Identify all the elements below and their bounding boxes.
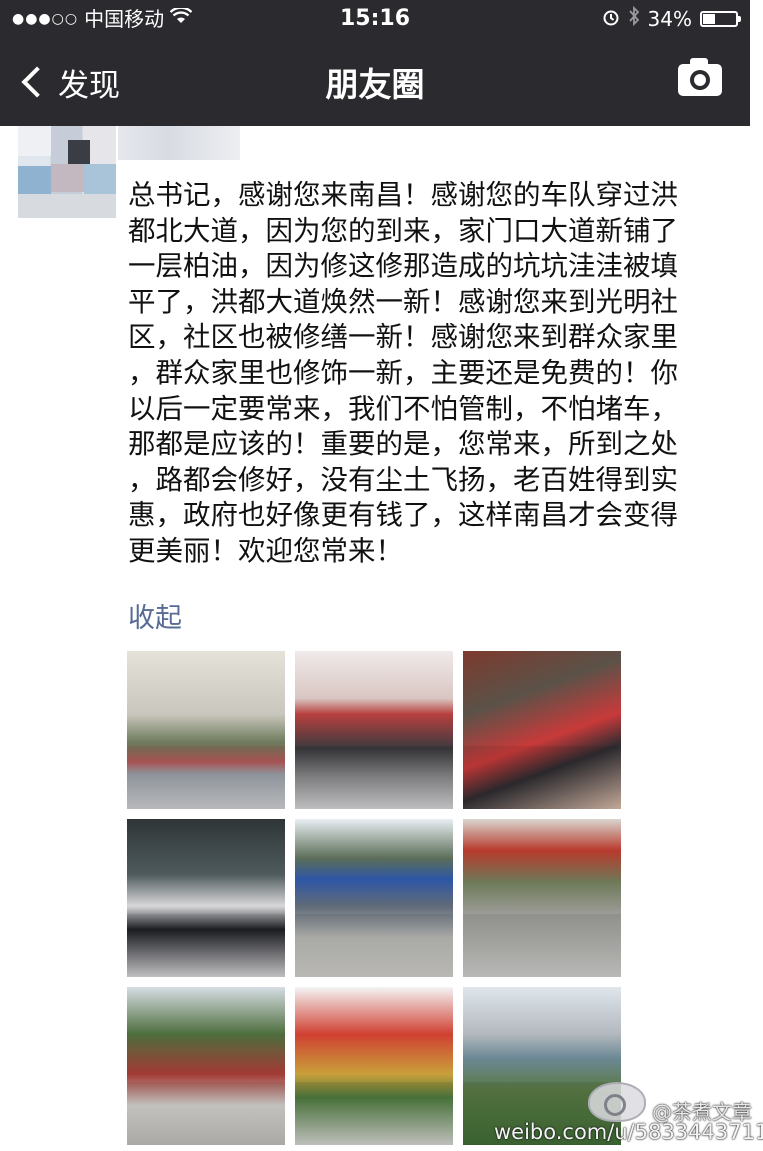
battery-fill [703, 14, 715, 24]
nav-bar: 发现 朋友圈 [0, 38, 750, 126]
avatar-pixel [18, 166, 51, 196]
photo-shade [295, 745, 453, 809]
photo-shade [127, 913, 285, 977]
username-blurred[interactable] [118, 126, 240, 160]
camera-icon[interactable] [678, 58, 722, 96]
photo-shade [295, 913, 453, 977]
bluetooth-icon [628, 0, 640, 38]
post-text: 总书记，感谢您来南昌！感谢您的车队穿过洪 都北大道，因为您的到来，家门口大道新铺… [128, 179, 678, 567]
avatar-pixel [68, 140, 90, 164]
top-bar: ●●●○○ 中国移动 15:16 34% 发现 朋友圈 [0, 0, 750, 126]
weibo-logo-icon [588, 1082, 646, 1122]
battery-percent: 34% [647, 7, 692, 31]
photo-1[interactable] [127, 651, 285, 809]
photo-shade [463, 745, 621, 809]
photo-shade [127, 745, 285, 809]
photo-6[interactable] [463, 819, 621, 977]
photo-3[interactable] [463, 651, 621, 809]
avatar-pixel [51, 164, 84, 192]
photo-shade [127, 1081, 285, 1145]
photo-5[interactable] [295, 819, 453, 977]
collapse-link[interactable]: 收起 [128, 596, 182, 635]
avatar-pixel [18, 126, 51, 156]
photo-shade [463, 913, 621, 977]
photo-8[interactable] [295, 987, 453, 1145]
avatar-pixel [18, 194, 116, 218]
camera-lens [690, 70, 710, 90]
alarm-icon [602, 0, 620, 38]
watermark-url: weibo.com/u/5833443711 [494, 1120, 763, 1144]
photo-7[interactable] [127, 987, 285, 1145]
photo-4[interactable] [127, 819, 285, 977]
status-bar: ●●●○○ 中国移动 15:16 34% [0, 0, 750, 38]
photo-2[interactable] [295, 651, 453, 809]
photo-shade [295, 1081, 453, 1145]
battery-icon [700, 11, 741, 27]
avatar-pixel [84, 164, 116, 194]
page-title: 朋友圈 [325, 65, 425, 104]
avatar[interactable] [18, 126, 116, 218]
status-right: 34% [602, 0, 741, 38]
